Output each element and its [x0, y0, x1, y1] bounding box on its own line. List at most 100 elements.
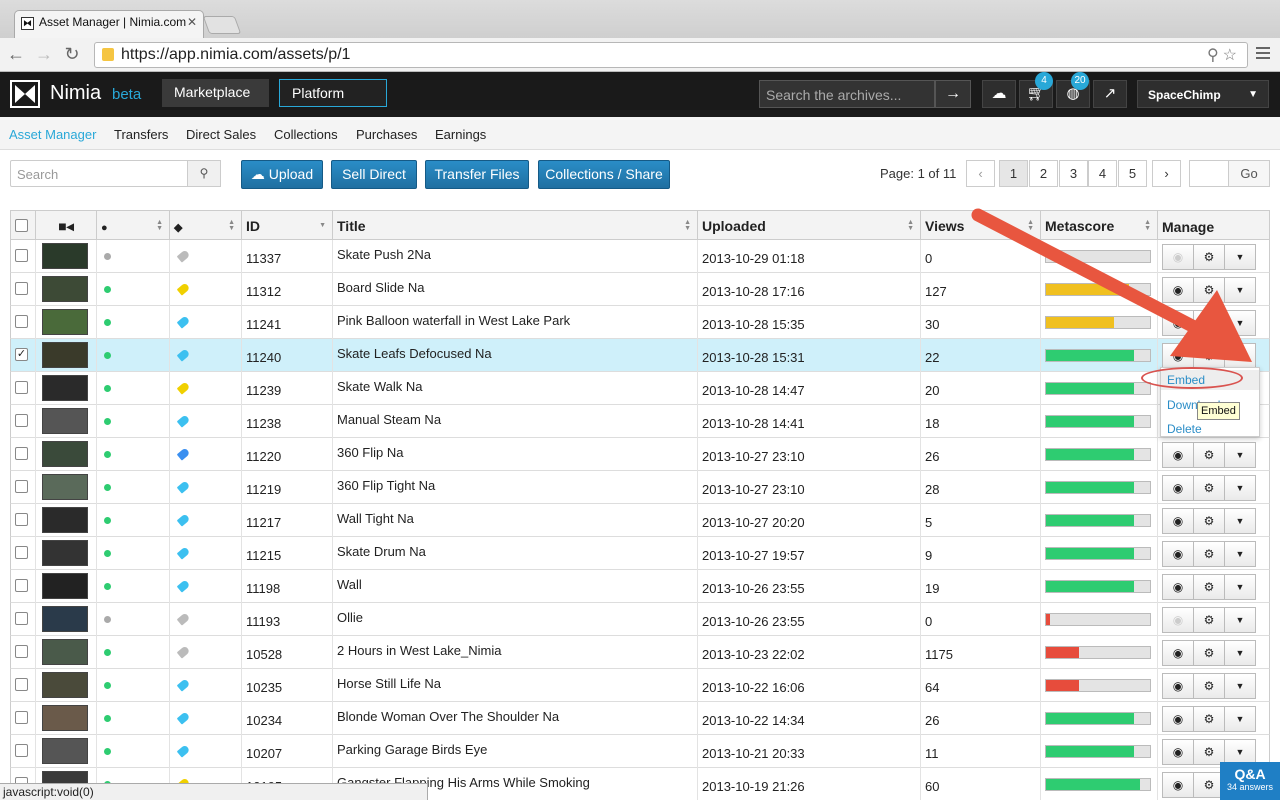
subnav-direct-sales[interactable]: Direct Sales	[186, 127, 256, 142]
eye-icon[interactable]: ◉	[1162, 772, 1194, 798]
select-all-checkbox[interactable]	[15, 219, 28, 232]
table-row[interactable]: 11312 Board Slide Na 2013-10-28 17:16 127 ◉ ⚙…	[10, 273, 1270, 306]
row-checkbox[interactable]	[15, 678, 28, 691]
caret-down-icon[interactable]: ▼	[1224, 343, 1256, 369]
eye-icon[interactable]: ◉	[1162, 607, 1194, 633]
gears-icon[interactable]: ⚙	[1193, 673, 1225, 699]
status-header[interactable]: ● ▲ ▼	[97, 211, 170, 241]
browser-tab[interactable]: ⧓ Asset Manager | Nimia.com ✕	[14, 10, 204, 38]
video-thumbnail[interactable]	[42, 573, 88, 599]
table-row[interactable]: 11215 Skate Drum Na 2013-10-27 19:57 9 ◉ ⚙ ▼	[10, 537, 1270, 570]
caret-down-icon[interactable]: ▼	[1224, 277, 1256, 303]
subnav-asset-manager[interactable]: Asset Manager	[9, 127, 96, 142]
table-row[interactable]: 11193 Ollie 2013-10-26 23:55 0 ◉ ⚙ ▼	[10, 603, 1270, 636]
caret-down-icon[interactable]: ▼	[1224, 640, 1256, 666]
gears-icon[interactable]: ⚙	[1193, 541, 1225, 567]
asset-title[interactable]: Wall	[337, 577, 362, 592]
collections-share-button[interactable]: Collections / Share	[538, 160, 670, 189]
asset-title[interactable]: Skate Leafs Defocused Na	[337, 346, 492, 361]
page-next-button[interactable]: ›	[1152, 160, 1181, 187]
gears-icon[interactable]: ⚙	[1193, 277, 1225, 303]
eye-icon[interactable]: ◉	[1162, 475, 1194, 501]
gears-icon[interactable]: ⚙	[1193, 574, 1225, 600]
archive-search-button[interactable]: →	[935, 80, 971, 108]
asset-title[interactable]: Parking Garage Birds Eye	[337, 742, 487, 757]
browser-menu-icon[interactable]	[1256, 47, 1270, 62]
eye-icon[interactable]: ◉	[1162, 508, 1194, 534]
page-3-button[interactable]: 3	[1059, 160, 1088, 187]
transfer-files-button[interactable]: Transfer Files	[425, 160, 529, 189]
asset-title[interactable]: Skate Drum Na	[337, 544, 426, 559]
logo-text[interactable]: Nimia	[50, 82, 101, 105]
gears-icon[interactable]: ⚙	[1193, 310, 1225, 336]
caret-down-icon[interactable]: ▼	[1224, 706, 1256, 732]
stats-chart-icon[interactable]: ↗	[1093, 80, 1127, 108]
video-thumbnail[interactable]	[42, 408, 88, 434]
user-menu[interactable]: SpaceChimp ▼	[1137, 80, 1269, 108]
table-row[interactable]: 11219 360 Flip Tight Na 2013-10-27 23:10 28…	[10, 471, 1270, 504]
eye-icon[interactable]: ◉	[1162, 244, 1194, 270]
caret-down-icon[interactable]: ▼	[1224, 574, 1256, 600]
page-5-button[interactable]: 5	[1118, 160, 1147, 187]
bookmark-star-icon[interactable]: ☆	[1223, 47, 1241, 64]
eye-icon[interactable]: ◉	[1162, 706, 1194, 732]
page-prev-button[interactable]: ‹	[966, 160, 995, 187]
asset-title[interactable]: Pink Balloon waterfall in West Lake Park	[337, 313, 570, 328]
asset-title[interactable]: Skate Push 2Na	[337, 247, 431, 262]
table-row[interactable]: 10528 2 Hours in West Lake_Nimia 2013-10-2…	[10, 636, 1270, 669]
asset-title[interactable]: Blonde Woman Over The Shoulder Na	[337, 709, 559, 724]
video-thumbnail[interactable]	[42, 507, 88, 533]
gears-icon[interactable]: ⚙	[1193, 343, 1225, 369]
asset-title[interactable]: Skate Walk Na	[337, 379, 423, 394]
row-checkbox[interactable]: ✓	[15, 348, 28, 361]
caret-down-icon[interactable]: ▼	[1224, 244, 1256, 270]
archive-search-input[interactable]: Search the archives...	[759, 80, 935, 108]
views-header[interactable]: Views ▲ ▼	[921, 211, 1041, 241]
row-checkbox[interactable]	[15, 513, 28, 526]
back-icon[interactable]: ←	[6, 44, 26, 65]
table-row[interactable]: 10234 Blonde Woman Over The Shoulder Na 20…	[10, 702, 1270, 735]
uploaded-header[interactable]: Uploaded ▲ ▼	[698, 211, 921, 241]
page-number-input[interactable]	[1189, 160, 1229, 187]
caret-down-icon[interactable]: ▼	[1224, 475, 1256, 501]
caret-down-icon[interactable]: ▼	[1224, 673, 1256, 699]
subnav-earnings[interactable]: Earnings	[435, 127, 486, 142]
video-thumbnail[interactable]	[42, 342, 88, 368]
search-icon[interactable]: ⚲	[187, 160, 221, 187]
row-checkbox[interactable]	[15, 447, 28, 460]
go-button[interactable]: Go	[1228, 160, 1270, 187]
tag-header[interactable]: ◆ ▲ ▼	[170, 211, 242, 241]
table-row[interactable]: 11238Manual Steam Na2013-10-28 14:4118◉⚙…	[10, 405, 1270, 438]
forward-icon[interactable]: →	[34, 44, 54, 65]
zoom-icon[interactable]: ⚲	[1207, 47, 1223, 64]
metascore-header[interactable]: Metascore ▲ ▼	[1041, 211, 1158, 241]
sell-direct-button[interactable]: Sell Direct	[331, 160, 417, 189]
page-1-button[interactable]: 1	[999, 160, 1028, 187]
video-thumbnail[interactable]	[42, 276, 88, 302]
video-thumbnail[interactable]	[42, 474, 88, 500]
table-row[interactable]: 10207 Parking Garage Birds Eye 2013-10-21 …	[10, 735, 1270, 768]
new-tab-button[interactable]	[202, 16, 242, 34]
table-row[interactable]: 11217 Wall Tight Na 2013-10-27 20:20 5 ◉ ⚙ ▼	[10, 504, 1270, 537]
video-thumbnail[interactable]	[42, 243, 88, 269]
nimia-logo-icon[interactable]	[10, 80, 40, 108]
gears-icon[interactable]: ⚙	[1193, 607, 1225, 633]
video-thumbnail[interactable]	[42, 738, 88, 764]
video-thumbnail[interactable]	[42, 441, 88, 467]
dropdown-delete[interactable]: Delete	[1167, 422, 1202, 436]
caret-down-icon[interactable]: ▼	[1224, 508, 1256, 534]
eye-icon[interactable]: ◉	[1162, 277, 1194, 303]
row-checkbox[interactable]	[15, 744, 28, 757]
eye-icon[interactable]: ◉	[1162, 640, 1194, 666]
eye-icon[interactable]: ◉	[1162, 343, 1194, 369]
video-thumbnail[interactable]	[42, 639, 88, 665]
row-checkbox[interactable]	[15, 315, 28, 328]
eye-icon[interactable]: ◉	[1162, 574, 1194, 600]
row-checkbox[interactable]	[15, 282, 28, 295]
table-row[interactable]: 11337 Skate Push 2Na 2013-10-29 01:18 0 ◉ ⚙ ▼	[10, 240, 1270, 273]
subnav-collections[interactable]: Collections	[274, 127, 338, 142]
asset-title[interactable]: 2 Hours in West Lake_Nimia	[337, 643, 502, 658]
row-checkbox[interactable]	[15, 249, 28, 262]
tab-close-icon[interactable]: ✕	[187, 15, 197, 29]
reload-icon[interactable]: ↻	[62, 44, 82, 65]
